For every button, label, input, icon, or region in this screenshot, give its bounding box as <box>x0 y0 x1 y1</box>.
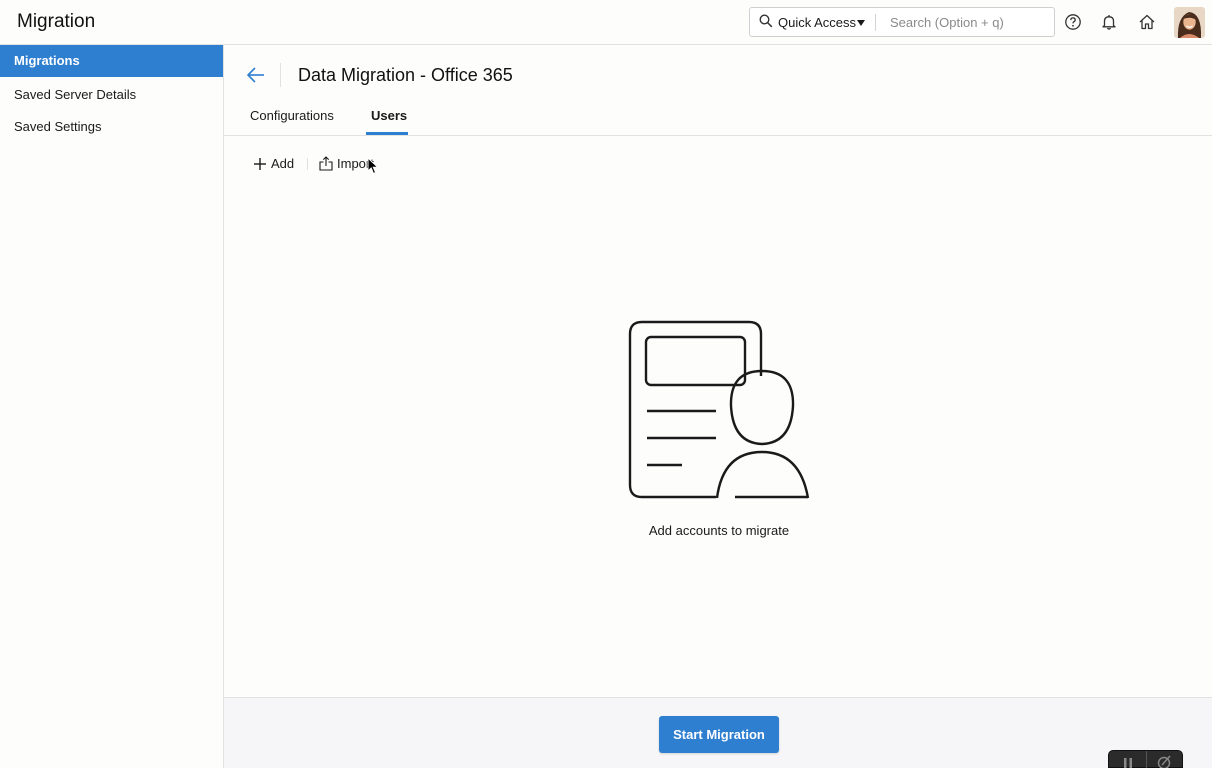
start-migration-button[interactable]: Start Migration <box>659 716 779 753</box>
draw-icon[interactable] <box>1157 755 1171 768</box>
user-document-icon <box>628 320 810 499</box>
page-title: Data Migration - Office 365 <box>298 65 513 85</box>
empty-state-message: Add accounts to migrate <box>648 523 790 538</box>
add-label: Add <box>271 156 295 171</box>
divider <box>875 14 876 31</box>
tab-configurations[interactable]: Configurations <box>250 108 334 123</box>
help-icon[interactable] <box>1064 13 1082 31</box>
chevron-down-icon[interactable] <box>857 20 865 26</box>
top-bar: Migration Quick Access <box>0 0 1212 45</box>
divider <box>307 158 308 170</box>
search-icon <box>759 14 773 28</box>
back-arrow-icon[interactable] <box>246 66 266 84</box>
upload-icon <box>319 156 333 171</box>
quick-access-search[interactable]: Quick Access <box>749 7 1055 37</box>
sidebar: Migrations Saved Server Details Saved Se… <box>0 45 224 768</box>
app-title: Migration <box>17 11 96 32</box>
divider <box>1146 751 1147 768</box>
sidebar-item-saved-settings[interactable]: Saved Settings <box>0 111 223 143</box>
divider <box>224 135 1212 136</box>
divider <box>280 63 281 87</box>
avatar-image <box>1174 7 1205 38</box>
avatar[interactable] <box>1174 7 1205 38</box>
pause-icon[interactable] <box>1123 758 1133 768</box>
sidebar-item-saved-server-details[interactable]: Saved Server Details <box>0 79 223 111</box>
search-input[interactable] <box>882 11 1048 33</box>
home-icon[interactable] <box>1138 13 1156 31</box>
sidebar-item-migrations[interactable]: Migrations <box>0 45 223 77</box>
plus-icon <box>254 158 266 170</box>
bell-icon[interactable] <box>1100 13 1118 31</box>
tab-users[interactable]: Users <box>371 108 407 123</box>
quick-access-label[interactable]: Quick Access <box>778 15 856 30</box>
recording-controls[interactable] <box>1108 750 1183 768</box>
mouse-cursor-icon <box>367 157 379 175</box>
